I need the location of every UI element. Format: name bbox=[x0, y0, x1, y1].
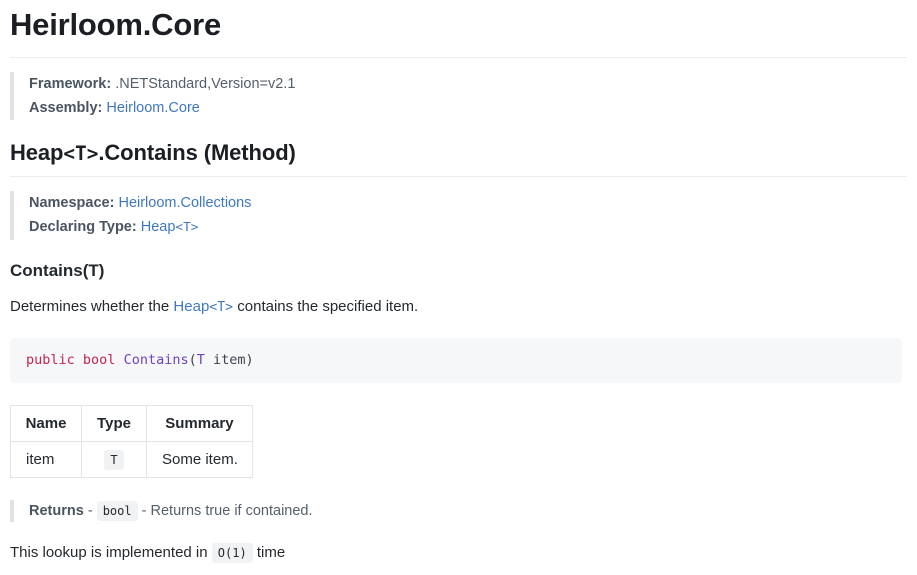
signature-space-1 bbox=[75, 352, 83, 368]
documentation-page: Heirloom.Core Framework: .NETStandard,Ve… bbox=[0, 0, 917, 564]
member-info-block: Namespace: Heirloom.Collections Declarin… bbox=[10, 191, 907, 241]
column-header-type: Type bbox=[81, 404, 147, 442]
framework-label: Framework: bbox=[29, 75, 112, 92]
namespace-link[interactable]: Heirloom.Collections bbox=[118, 195, 251, 211]
assembly-link[interactable]: Heirloom.Core bbox=[106, 100, 199, 116]
overload-heading: Contains(T) bbox=[10, 261, 105, 281]
returns-type-chip: bool bbox=[96, 500, 138, 521]
member-title-suffix: .Contains (Method) bbox=[98, 139, 296, 165]
signature-keyword-public: public bbox=[26, 351, 75, 368]
remarks-text-before: This lookup is implemented in bbox=[10, 543, 212, 561]
assembly-label: Assembly: bbox=[29, 99, 103, 116]
member-title-generic: <T> bbox=[63, 141, 99, 165]
param-type-chip: T bbox=[104, 449, 124, 470]
namespace-row: Namespace: Heirloom.Collections bbox=[29, 191, 907, 215]
signature-open-paren: ( bbox=[188, 351, 197, 368]
signature-space-2 bbox=[115, 352, 123, 368]
summary-link-prefix: Heap bbox=[173, 297, 210, 315]
page-title: Heirloom.Core bbox=[10, 0, 907, 58]
declaring-type-link[interactable]: Heap<T> bbox=[141, 219, 199, 235]
declaring-type-row: Declaring Type: Heap<T> bbox=[29, 215, 907, 240]
summary-type-link[interactable]: Heap<T> bbox=[173, 298, 233, 315]
summary-text-after: contains the specified item. bbox=[233, 297, 419, 315]
member-title-prefix: Heap bbox=[10, 139, 64, 165]
returns-dash-2: - bbox=[141, 502, 147, 519]
assembly-info-block: Framework: .NETStandard,Version=v2.1 Ass… bbox=[10, 71, 907, 120]
member-title: Heap<T>.Contains (Method) bbox=[10, 120, 907, 178]
column-header-name: Name bbox=[10, 404, 82, 442]
signature-method-name: Contains bbox=[123, 351, 189, 368]
summary-text-before: Determines whether the bbox=[10, 297, 174, 315]
returns-label: Returns bbox=[29, 502, 84, 519]
framework-value: .NETStandard,Version=v2.1 bbox=[115, 75, 296, 92]
cell-param-type: T bbox=[81, 440, 147, 478]
assembly-row: Assembly: Heirloom.Core bbox=[29, 96, 907, 120]
framework-row: Framework: .NETStandard,Version=v2.1 bbox=[29, 72, 907, 96]
signature-close-paren: ) bbox=[245, 351, 254, 368]
signature-keyword-bool: bool bbox=[82, 351, 116, 368]
overload-summary: Determines whether the Heap<T> contains … bbox=[10, 296, 907, 319]
returns-dash-1: - bbox=[87, 502, 93, 519]
namespace-label: Namespace: bbox=[29, 195, 115, 212]
table-row: item T Some item. bbox=[10, 440, 253, 478]
declaring-type-generic: <T> bbox=[175, 220, 199, 236]
signature-space-3 bbox=[205, 352, 213, 368]
signature-param-type: T bbox=[196, 351, 205, 368]
cell-param-name: item bbox=[10, 440, 82, 478]
column-header-summary: Summary bbox=[146, 404, 253, 442]
declaring-type-label: Declaring Type: bbox=[29, 219, 137, 236]
parameters-table: Name Type Summary item T Some item. bbox=[10, 404, 253, 478]
signature-code-block: public bool Contains(T item) bbox=[10, 337, 902, 383]
signature-code: public bool Contains(T item) bbox=[26, 352, 254, 368]
remarks-paragraph: This lookup is implemented in O(1) time bbox=[10, 542, 907, 564]
table-header-row: Name Type Summary bbox=[10, 404, 253, 442]
signature-param-name: item bbox=[213, 351, 246, 368]
cell-param-summary: Some item. bbox=[146, 440, 253, 478]
remarks-text-after: time bbox=[252, 543, 286, 561]
complexity-chip: O(1) bbox=[211, 542, 253, 563]
summary-link-generic: <T> bbox=[209, 299, 234, 315]
returns-block: Returns - bool - Returns true if contain… bbox=[10, 499, 907, 522]
declaring-type-prefix: Heap bbox=[140, 219, 176, 236]
returns-description: Returns true if contained. bbox=[150, 502, 313, 519]
